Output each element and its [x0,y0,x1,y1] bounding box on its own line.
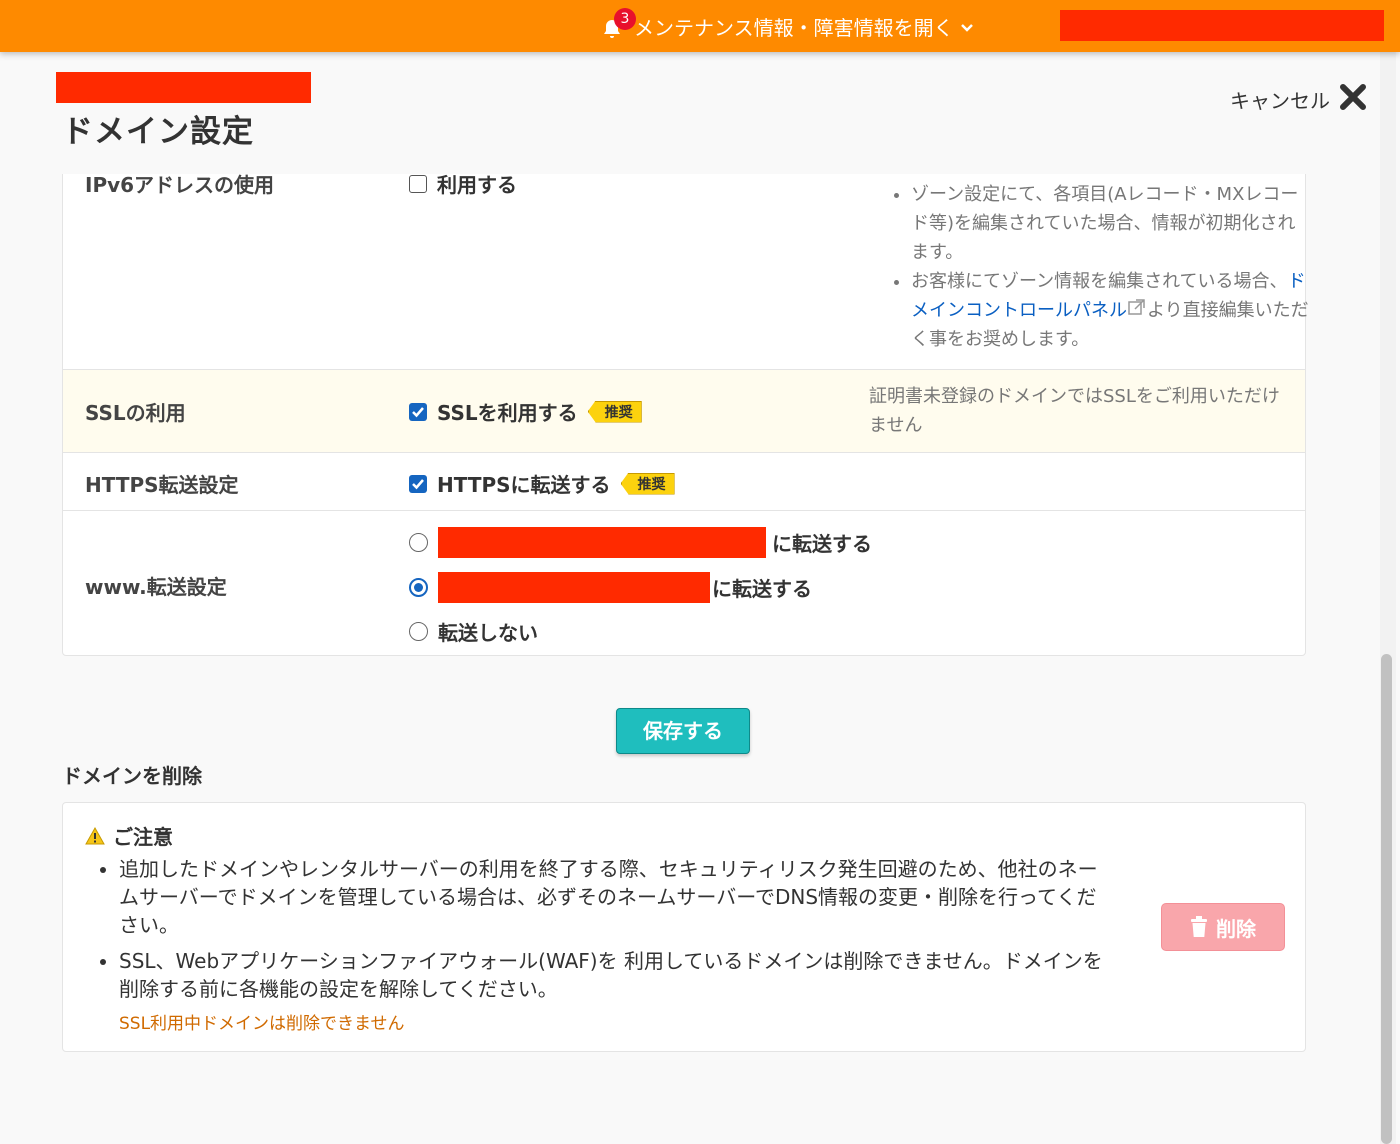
delete-label: 削除 [1216,916,1256,941]
save-button[interactable]: 保存する [616,708,750,754]
settings-card: IPv6アドレスの使用 利用する ゾーン設定にて、各項目(Aレコード・MXレコー… [62,174,1309,656]
www-option-2-label: に転送する [712,577,812,601]
www-option-3-label: 転送しない [438,621,538,645]
ipv6-row: IPv6アドレスの使用 利用する ゾーン設定にて、各項目(Aレコード・MXレコー… [63,174,1309,370]
caution-item: 追加したドメインやレンタルサーバーの利用を終了する際、セキュリティリスク発生回避… [119,855,1115,939]
ipv6-checkbox-label: 利用する [437,174,517,197]
ipv6-notes: ゾーン設定にて、各項目(Aレコード・MXレコード等)を編集されていた場合、情報が… [869,180,1309,354]
radio-unselected-icon [409,622,428,641]
ssl-checkbox[interactable]: SSLを利用する 推奨 [409,397,642,426]
caution-list: 追加したドメインやレンタルサーバーの利用を終了する際、セキュリティリスク発生回避… [85,855,1115,1011]
trash-icon [1191,916,1207,937]
www-label: www.転送設定 [85,575,227,599]
top-bar: 3 メンテナンス情報・障害情報を開く [0,0,1400,52]
warning-icon [85,826,105,844]
www-option-1[interactable]: に転送する [409,527,872,558]
radio-unselected-icon [409,533,428,552]
checkbox-checked-icon [409,402,427,421]
cancel-button[interactable]: キャンセル [1230,82,1368,117]
redacted-domain-name [56,72,311,103]
ipv6-note-item: お客様にてゾーン情報を編集されている場合、ドメインコントロールパネルより直接編集… [911,267,1309,354]
caution-item: SSL、Webアプリケーションファイアウォール(WAF)を 利用しているドメイン… [119,947,1115,1003]
page-title: ドメイン設定 [62,114,254,150]
redacted-account [1060,10,1384,41]
maintenance-notice-toggle[interactable]: 3 メンテナンス情報・障害情報を開く [602,8,974,42]
ssl-delete-warning: SSL利用中ドメインは削除できません [119,1014,405,1034]
close-icon [1338,82,1368,117]
ssl-row: SSLの利用 SSLを利用する 推奨 証明書未登録のドメインではSSLをご利用い… [63,370,1305,453]
https-checkbox-label: HTTPSに転送する [437,473,611,497]
https-checkbox[interactable]: HTTPSに転送する 推奨 [409,469,675,498]
www-option-2[interactable]: に転送する [409,572,812,603]
cancel-label: キャンセル [1230,89,1330,113]
ipv6-note-text: お客様にてゾーン情報を編集されている場合、 [911,271,1288,292]
https-row: HTTPS転送設定 HTTPSに転送する 推奨 [63,453,1305,511]
caution-title-label: ご注意 [113,825,173,849]
settings-scroll-area[interactable]: IPv6アドレスの使用 利用する ゾーン設定にて、各項目(Aレコード・MXレコー… [0,174,1380,1144]
bell-icon: 3 [602,8,636,38]
redacted-domain [438,572,710,603]
https-label: HTTPS転送設定 [85,473,239,497]
ipv6-note-item: ゾーン設定にて、各項目(Aレコード・MXレコード等)を編集されていた場合、情報が… [911,180,1309,267]
notice-label: メンテナンス情報・障害情報を開く [634,15,954,40]
chevron-down-icon [960,14,974,38]
www-option-1-label: に転送する [772,532,872,556]
checkbox-checked-icon [409,474,427,493]
checkbox-unchecked-icon [409,174,427,193]
scrollbar-thumb[interactable] [1381,654,1392,1144]
www-option-3[interactable]: 転送しない [409,617,538,646]
ssl-note: 証明書未登録のドメインではSSLをご利用いただけません [869,386,1280,436]
radio-selected-icon [409,578,428,597]
delete-caution-card: ご注意 追加したドメインやレンタルサーバーの利用を終了する際、セキュリティリスク… [62,802,1306,1052]
ssl-label: SSLの利用 [85,401,186,425]
recommended-tag: 推奨 [587,400,642,423]
ipv6-checkbox[interactable]: 利用する [409,174,517,198]
ssl-checkbox-label: SSLを利用する [437,401,578,425]
ipv6-label: IPv6アドレスの使用 [85,174,275,197]
delete-section-heading: ドメインを削除 [62,764,202,788]
delete-button[interactable]: 削除 [1161,903,1285,951]
notification-badge: 3 [614,8,636,30]
redacted-domain [438,527,766,558]
www-row: www.転送設定 に転送する に転送する 転送しない [63,511,1305,655]
recommended-tag: 推奨 [620,472,675,495]
external-link-icon [1127,299,1147,321]
caution-title: ご注意 [85,821,173,850]
